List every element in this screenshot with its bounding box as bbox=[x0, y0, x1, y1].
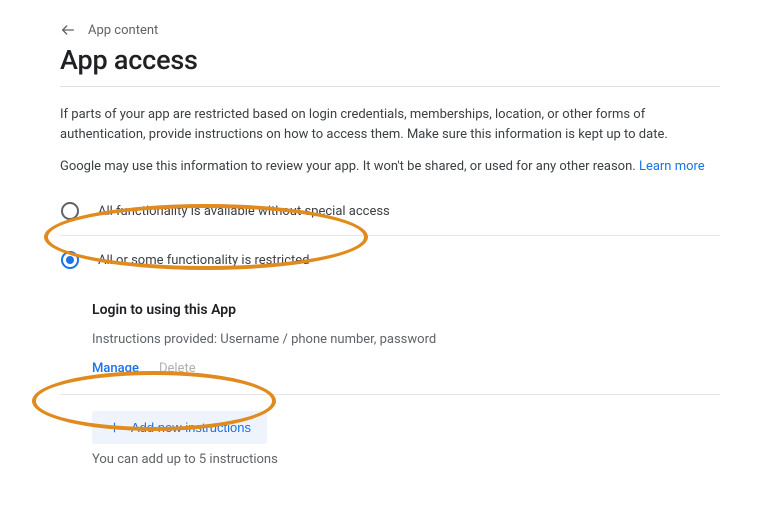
radio-option-all-available[interactable]: All functionality is available without s… bbox=[60, 189, 720, 233]
breadcrumb-label: App content bbox=[88, 23, 158, 38]
radio-icon bbox=[60, 201, 80, 221]
intro-text-2-body: Google may use this information to revie… bbox=[60, 159, 639, 174]
instruction-limit-text: You can add up to 5 instructions bbox=[92, 452, 720, 467]
intro-text-2: Google may use this information to revie… bbox=[60, 157, 720, 177]
radio-option-restricted[interactable]: All or some functionality is restricted bbox=[60, 238, 720, 282]
access-options: All functionality is available without s… bbox=[60, 189, 720, 467]
instruction-summary: Instructions provided: Username / phone … bbox=[92, 332, 720, 347]
intro-text-1: If parts of your app are restricted base… bbox=[60, 105, 720, 145]
radio-checked-icon bbox=[60, 250, 80, 270]
add-new-instructions-button[interactable]: Add new instructions bbox=[92, 411, 267, 444]
back-arrow-icon[interactable] bbox=[60, 22, 76, 38]
divider bbox=[60, 394, 720, 395]
option-label: All functionality is available without s… bbox=[98, 204, 390, 219]
divider bbox=[60, 86, 720, 87]
plus-icon bbox=[108, 421, 121, 434]
instruction-block: Login to using this App Instructions pro… bbox=[92, 302, 720, 376]
instruction-title: Login to using this App bbox=[92, 302, 720, 318]
option-label: All or some functionality is restricted bbox=[98, 253, 310, 268]
page-title: App access bbox=[60, 44, 720, 76]
add-button-label: Add new instructions bbox=[131, 420, 251, 435]
breadcrumb[interactable]: App content bbox=[60, 22, 720, 38]
manage-link[interactable]: Manage bbox=[92, 361, 139, 376]
delete-link: Delete bbox=[159, 361, 196, 376]
learn-more-link[interactable]: Learn more bbox=[639, 159, 705, 174]
instruction-actions: Manage Delete bbox=[92, 361, 720, 376]
divider bbox=[60, 235, 720, 236]
